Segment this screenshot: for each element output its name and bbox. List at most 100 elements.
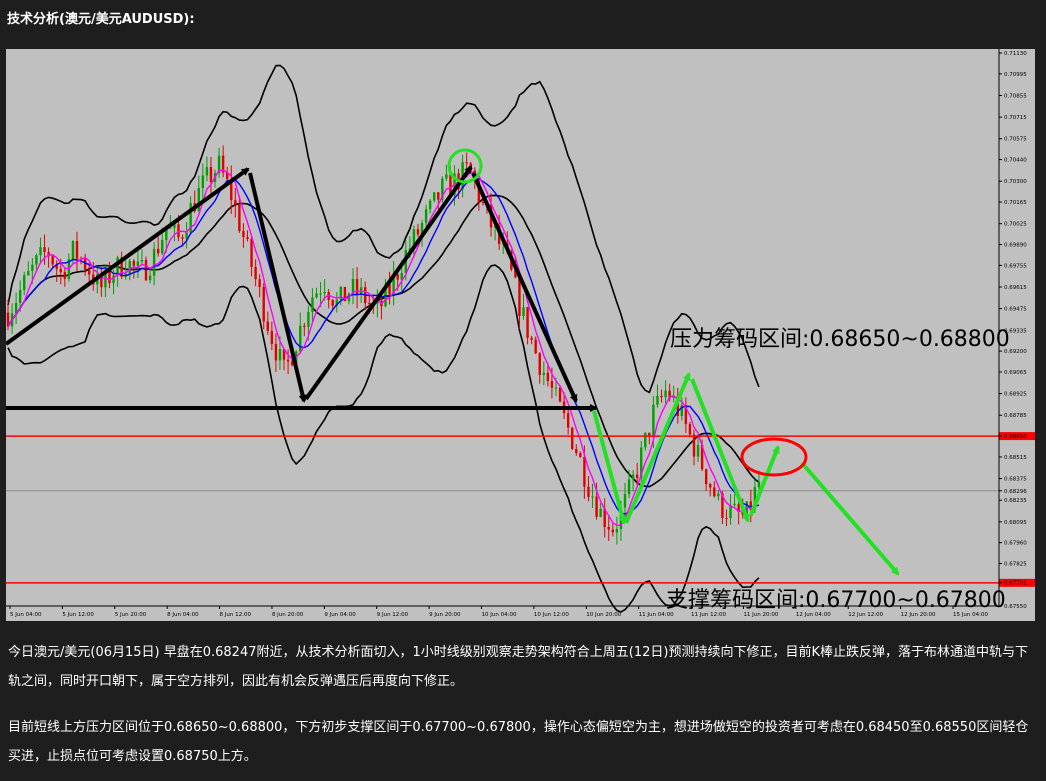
y-tick-label: 0.68296	[1004, 489, 1027, 495]
y-tick-label: 0.69065	[1004, 370, 1027, 376]
y-tick-label: 0.68235	[1004, 498, 1027, 504]
y-tick-label: 0.68650	[1004, 434, 1027, 440]
candle-body	[242, 231, 245, 238]
candle-body	[152, 248, 156, 276]
candle-body	[83, 258, 87, 270]
x-tick-label: 10 Jun 12:00	[534, 612, 569, 618]
candle-body	[599, 508, 602, 517]
candle-body	[71, 240, 75, 260]
candle-body	[445, 174, 448, 179]
y-tick-label: 0.68095	[1004, 520, 1027, 526]
annotations: 压力筹码区间:0.68650~0.68800 支撑筹码区间:0.67700~0.…	[666, 327, 1010, 613]
candle-body	[27, 271, 30, 276]
candle-body	[550, 381, 554, 388]
x-tick-label: 8 Jun 20:00	[272, 612, 304, 618]
candle-body	[558, 387, 562, 402]
candle-body	[437, 192, 440, 200]
y-tick-label: 0.70575	[1004, 137, 1027, 143]
candle-body	[250, 238, 253, 268]
candle-body	[303, 325, 306, 327]
y-tick-label: 0.70995	[1004, 72, 1027, 78]
candle-body	[270, 330, 274, 345]
candle-body	[59, 268, 62, 273]
x-tick-label: 9 Jun 12:00	[377, 612, 409, 618]
x-tick-label: 5 Jun 20:00	[115, 612, 147, 618]
y-tick-label: 0.69475	[1004, 307, 1027, 313]
green-arrow-3	[690, 378, 750, 523]
candle-body	[518, 277, 521, 317]
candle-body	[116, 257, 119, 276]
candle-body	[607, 526, 610, 530]
candle-body	[311, 297, 314, 312]
candle-body	[635, 474, 639, 479]
candle-body	[205, 167, 209, 176]
candle-body	[148, 275, 152, 281]
candle-body	[161, 240, 164, 254]
candle-body	[627, 479, 631, 495]
candle-body	[307, 311, 310, 327]
y-tick-label: 0.67960	[1004, 541, 1027, 547]
candle-body	[140, 259, 144, 262]
candle-body	[717, 493, 720, 497]
trend-arrow-up-2	[304, 165, 473, 401]
candle-body	[433, 192, 436, 201]
candle-body	[757, 481, 761, 488]
candle-body	[571, 427, 574, 449]
candle-body	[238, 204, 241, 232]
candle-body	[656, 395, 659, 405]
candle-body	[132, 260, 136, 266]
candle-body	[331, 300, 334, 306]
candle-body	[709, 484, 712, 488]
candle-body	[319, 293, 322, 295]
x-tick-label: 10 Jun 04:00	[482, 612, 517, 618]
price-chart: 0.71130 0.70995 0.70855 0.70715 0.70575 0.704…	[6, 49, 1035, 621]
candle-body	[465, 162, 468, 164]
candle-body	[660, 395, 663, 398]
candle-body	[201, 175, 205, 189]
candle-body	[43, 247, 46, 253]
candle-body	[611, 529, 615, 533]
candle-body	[254, 267, 257, 280]
candle-body	[35, 255, 38, 265]
candle-body	[416, 229, 420, 235]
candle-body	[615, 528, 619, 533]
candle-body	[583, 457, 586, 487]
x-tick-label: 8 Jun 12:00	[220, 612, 252, 618]
candle-body	[197, 188, 200, 212]
y-tick-label: 0.69890	[1004, 243, 1027, 249]
candle-body	[209, 167, 213, 182]
candle-body	[554, 387, 558, 389]
candle-body	[542, 372, 546, 375]
candle-body	[274, 344, 278, 361]
candle-body	[18, 289, 22, 303]
page-heading: 技术分析(澳元/美元AUDUSD):	[7, 12, 195, 27]
x-tick-label: 10 Jun 20:00	[586, 612, 621, 618]
x-tick-label: 9 Jun 20:00	[429, 612, 461, 618]
trend-arrow-down-1	[248, 172, 307, 403]
y-tick-label: 0.67701	[1004, 581, 1027, 587]
candle-body	[688, 424, 692, 435]
candle-body	[534, 339, 537, 354]
y-tick-label: 0.68375	[1004, 477, 1027, 483]
candle-body	[522, 307, 525, 317]
candle-body	[664, 390, 667, 398]
candle-body	[587, 486, 590, 497]
candle-body	[51, 256, 54, 265]
y-tick-label: 0.70855	[1004, 93, 1027, 99]
candle-body	[591, 496, 594, 498]
candle-body	[258, 279, 261, 287]
candle-body	[538, 353, 541, 375]
candle-body	[286, 359, 290, 362]
trend-arrow-down-2	[471, 172, 578, 403]
candle-body	[128, 260, 131, 274]
y-tick-label: 0.70165	[1004, 200, 1027, 206]
candle-body	[63, 272, 67, 279]
x-tick-label: 9 Jun 04:00	[324, 612, 356, 618]
y-tick-label: 0.68785	[1004, 413, 1027, 419]
candle-body	[181, 237, 184, 239]
candle-body	[424, 209, 428, 223]
candle-body	[355, 279, 359, 295]
candle-body	[733, 503, 736, 506]
candle-body	[87, 269, 91, 275]
candle-body	[644, 432, 647, 448]
